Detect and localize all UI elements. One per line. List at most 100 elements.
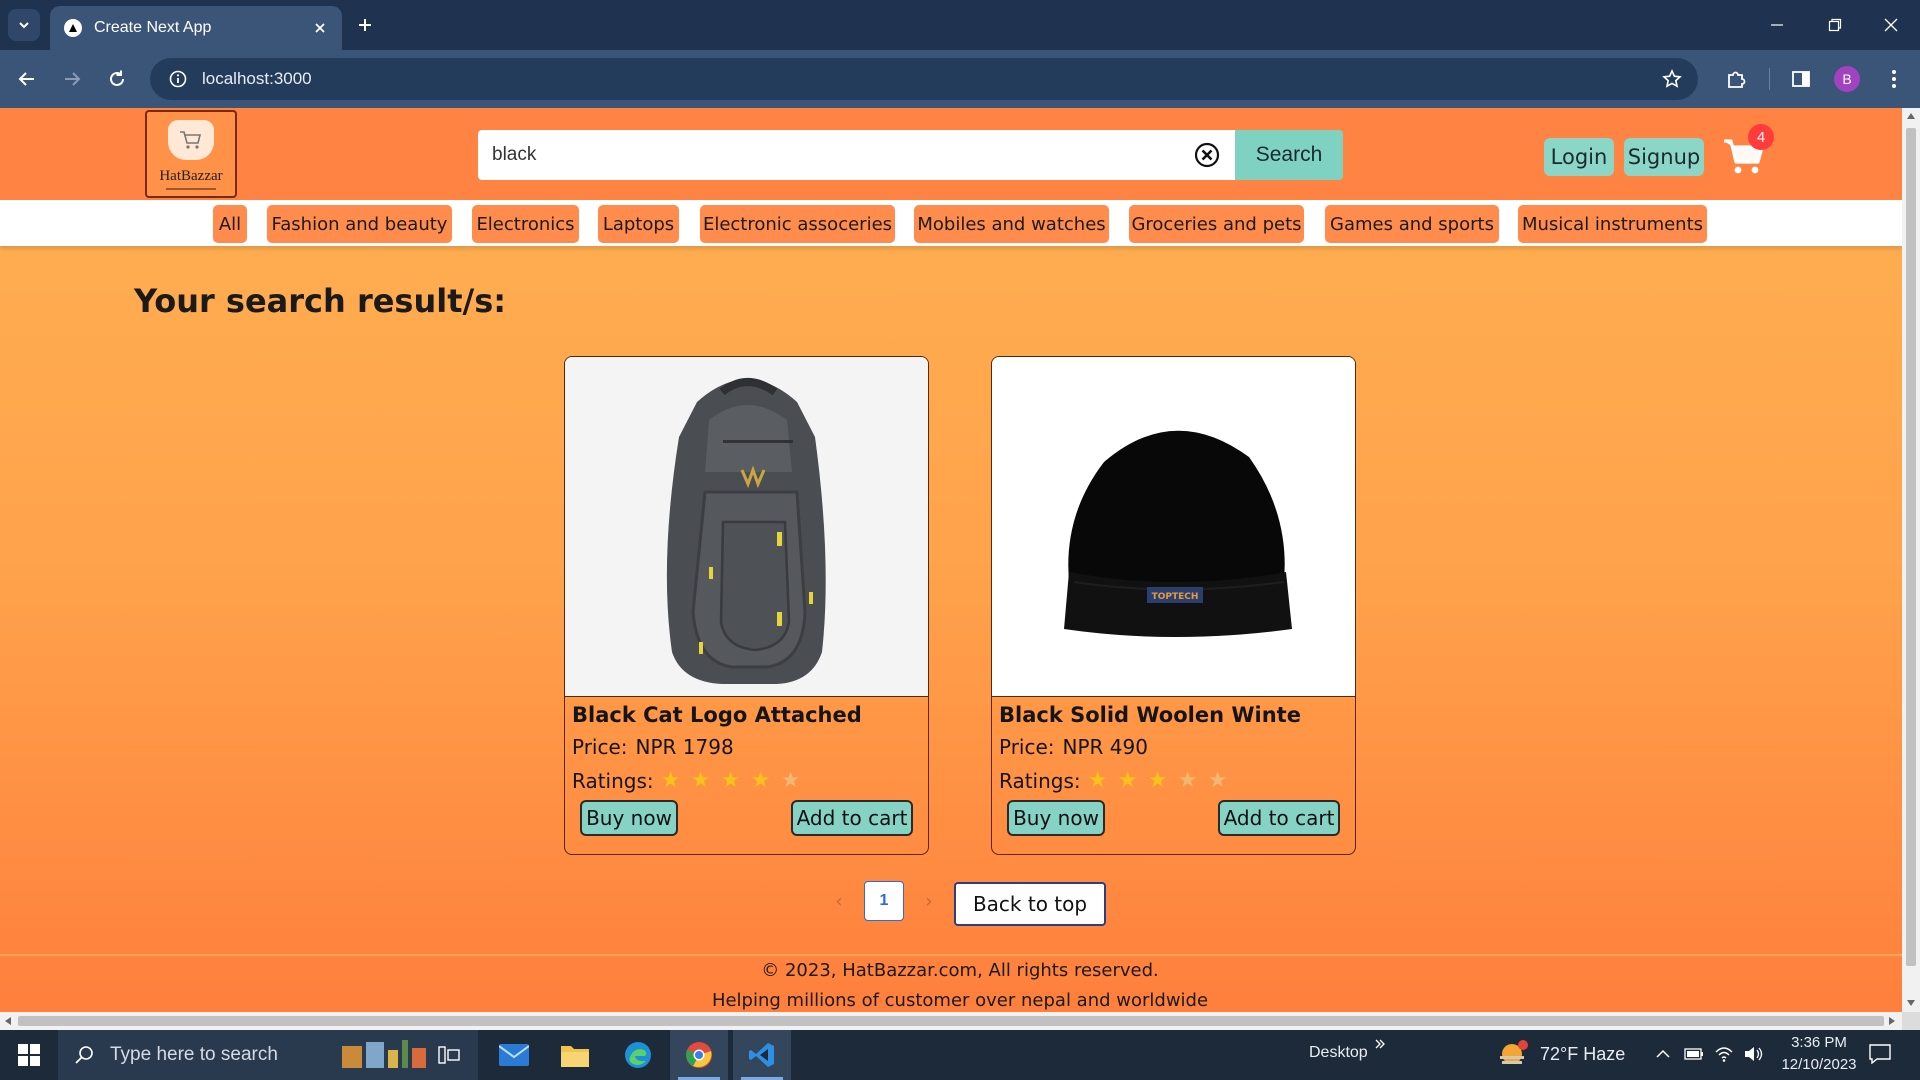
file-explorer-app[interactable] xyxy=(546,1030,604,1080)
star-icon: ★ xyxy=(750,768,771,793)
search-button[interactable]: Search xyxy=(1235,130,1343,180)
product-ratings: Ratings: ★ ★ ★ ★ ★ xyxy=(572,769,806,793)
desktop-toolbar-label[interactable]: Desktop xyxy=(1309,1044,1368,1062)
close-window-button[interactable] xyxy=(1862,0,1920,50)
prev-page-icon[interactable]: ‹ xyxy=(818,881,860,921)
minimize-button[interactable] xyxy=(1748,0,1806,50)
notification-center-icon[interactable] xyxy=(1869,1044,1891,1064)
category-groceries-and-pets[interactable]: Groceries and pets xyxy=(1129,205,1304,243)
start-button[interactable] xyxy=(0,1030,58,1080)
product-search: black Search xyxy=(478,130,1343,180)
wifi-icon[interactable] xyxy=(1714,1044,1734,1062)
category-laptops[interactable]: Laptops xyxy=(598,205,679,243)
task-view-icon xyxy=(438,1046,460,1064)
chrome-app[interactable] xyxy=(670,1030,728,1080)
buy-now-button[interactable]: Buy now xyxy=(1007,800,1105,836)
product-name[interactable]: Black Cat Logo Attached xyxy=(572,703,862,727)
nextjs-favicon-icon xyxy=(64,19,82,37)
footer-divider xyxy=(0,954,1902,956)
signup-button[interactable]: Signup xyxy=(1624,138,1704,176)
price-label: Price: xyxy=(572,735,628,759)
price-value: NPR 1798 xyxy=(635,735,734,759)
product-image-backpack[interactable] xyxy=(565,357,928,697)
category-all[interactable]: All xyxy=(213,205,247,243)
vertical-scrollbar[interactable] xyxy=(1902,108,1920,1012)
clock-date[interactable]: 12/10/2023 xyxy=(1775,1056,1863,1073)
browser-tab[interactable]: Create Next App xyxy=(50,6,342,50)
side-panel-button[interactable] xyxy=(1783,61,1819,97)
star-icon: ★ xyxy=(720,768,741,793)
new-tab-button[interactable] xyxy=(349,9,381,41)
mail-app[interactable] xyxy=(485,1030,543,1080)
vertical-scrollbar-thumb[interactable] xyxy=(1906,128,1916,966)
category-electronic-assoceries[interactable]: Electronic assoceries xyxy=(700,205,895,243)
category-bar: All Fashion and beauty Electronics Lapto… xyxy=(0,200,1902,246)
star-icon: ★ xyxy=(1117,768,1138,793)
product-image-beanie[interactable]: TOPTECH xyxy=(992,357,1355,697)
reload-button[interactable] xyxy=(99,61,135,97)
taskbar-search-box[interactable]: Type here to search xyxy=(58,1030,478,1080)
scrollbar-corner xyxy=(1902,1012,1920,1030)
site-info-icon[interactable] xyxy=(158,58,198,100)
buy-now-button[interactable]: Buy now xyxy=(580,800,678,836)
toolbar-divider xyxy=(1769,68,1770,90)
chevron-up-icon[interactable] xyxy=(1656,1049,1670,1059)
volume-icon[interactable] xyxy=(1744,1045,1764,1063)
add-to-cart-button[interactable]: Add to cart xyxy=(1218,800,1340,836)
url-text: localhost:3000 xyxy=(202,69,312,88)
add-to-cart-button[interactable]: Add to cart xyxy=(791,800,913,836)
edge-app[interactable] xyxy=(609,1030,667,1080)
pagination: ‹ 1 › xyxy=(818,881,950,921)
weather-icon[interactable] xyxy=(1498,1040,1528,1068)
bookmark-star-icon[interactable] xyxy=(1652,58,1692,100)
double-chevron-icon[interactable] xyxy=(1374,1038,1386,1050)
product-name[interactable]: Black Solid Woolen Winte xyxy=(999,703,1301,727)
cart-count-badge: 4 xyxy=(1748,124,1774,150)
restore-button[interactable] xyxy=(1806,0,1864,50)
category-mobiles-and-watches[interactable]: Mobiles and watches xyxy=(914,205,1109,243)
star-rating: ★ ★ ★ ★ ★ xyxy=(1083,770,1233,792)
footer-tagline: Helping millions of customer over nepal … xyxy=(711,990,1209,1011)
more-vertical-icon xyxy=(1892,70,1896,88)
extensions-button[interactable] xyxy=(1718,61,1754,97)
back-to-top-button[interactable]: Back to top xyxy=(954,882,1106,926)
back-button[interactable] xyxy=(9,61,45,97)
category-electronics[interactable]: Electronics xyxy=(472,205,579,243)
forward-button[interactable] xyxy=(54,61,90,97)
logo-text: HatBazzar xyxy=(159,168,223,184)
star-rating: ★ ★ ★ ★ ★ xyxy=(656,770,806,792)
minimize-icon xyxy=(1771,24,1783,26)
category-musical-instruments[interactable]: Musical instruments xyxy=(1518,205,1707,243)
folder-icon xyxy=(561,1046,589,1067)
star-icon: ★ xyxy=(1087,768,1108,793)
vscode-app[interactable] xyxy=(733,1030,791,1080)
task-view-button[interactable] xyxy=(420,1030,478,1080)
site-header: HatBazzar black Search Login Signup 4 xyxy=(0,108,1902,200)
ratings-label: Ratings: xyxy=(572,769,654,793)
weather-text[interactable]: 72°F Haze xyxy=(1540,1044,1625,1065)
scroll-left-icon xyxy=(5,1017,11,1025)
page-number[interactable]: 1 xyxy=(864,881,904,921)
star-icon: ★ xyxy=(660,768,681,793)
clock-time[interactable]: 3:36 PM xyxy=(1783,1034,1855,1051)
profile-button[interactable]: B xyxy=(1829,61,1865,97)
browser-toolbar: localhost:3000 B xyxy=(0,50,1920,108)
category-games-and-sports[interactable]: Games and sports xyxy=(1325,205,1499,243)
category-fashion-and-beauty[interactable]: Fashion and beauty xyxy=(267,205,452,243)
reload-icon xyxy=(110,70,124,86)
taskbar-search-placeholder: Type here to search xyxy=(110,1044,278,1065)
star-icon: ★ xyxy=(780,768,801,793)
next-page-icon[interactable]: › xyxy=(908,881,950,921)
tab-search-button[interactable] xyxy=(8,9,40,41)
battery-icon[interactable] xyxy=(1684,1047,1704,1061)
login-button[interactable]: Login xyxy=(1544,138,1614,176)
horizontal-scrollbar[interactable] xyxy=(0,1012,1902,1030)
close-tab-icon[interactable] xyxy=(306,14,334,42)
search-input[interactable]: black xyxy=(478,130,1235,180)
browser-menu-button[interactable] xyxy=(1876,61,1912,97)
star-icon: ★ xyxy=(1207,768,1228,793)
site-logo[interactable]: HatBazzar xyxy=(145,110,237,198)
address-bar[interactable]: localhost:3000 xyxy=(150,58,1698,100)
horizontal-scrollbar-thumb[interactable] xyxy=(18,1016,1884,1026)
clear-search-icon[interactable] xyxy=(1185,133,1229,177)
